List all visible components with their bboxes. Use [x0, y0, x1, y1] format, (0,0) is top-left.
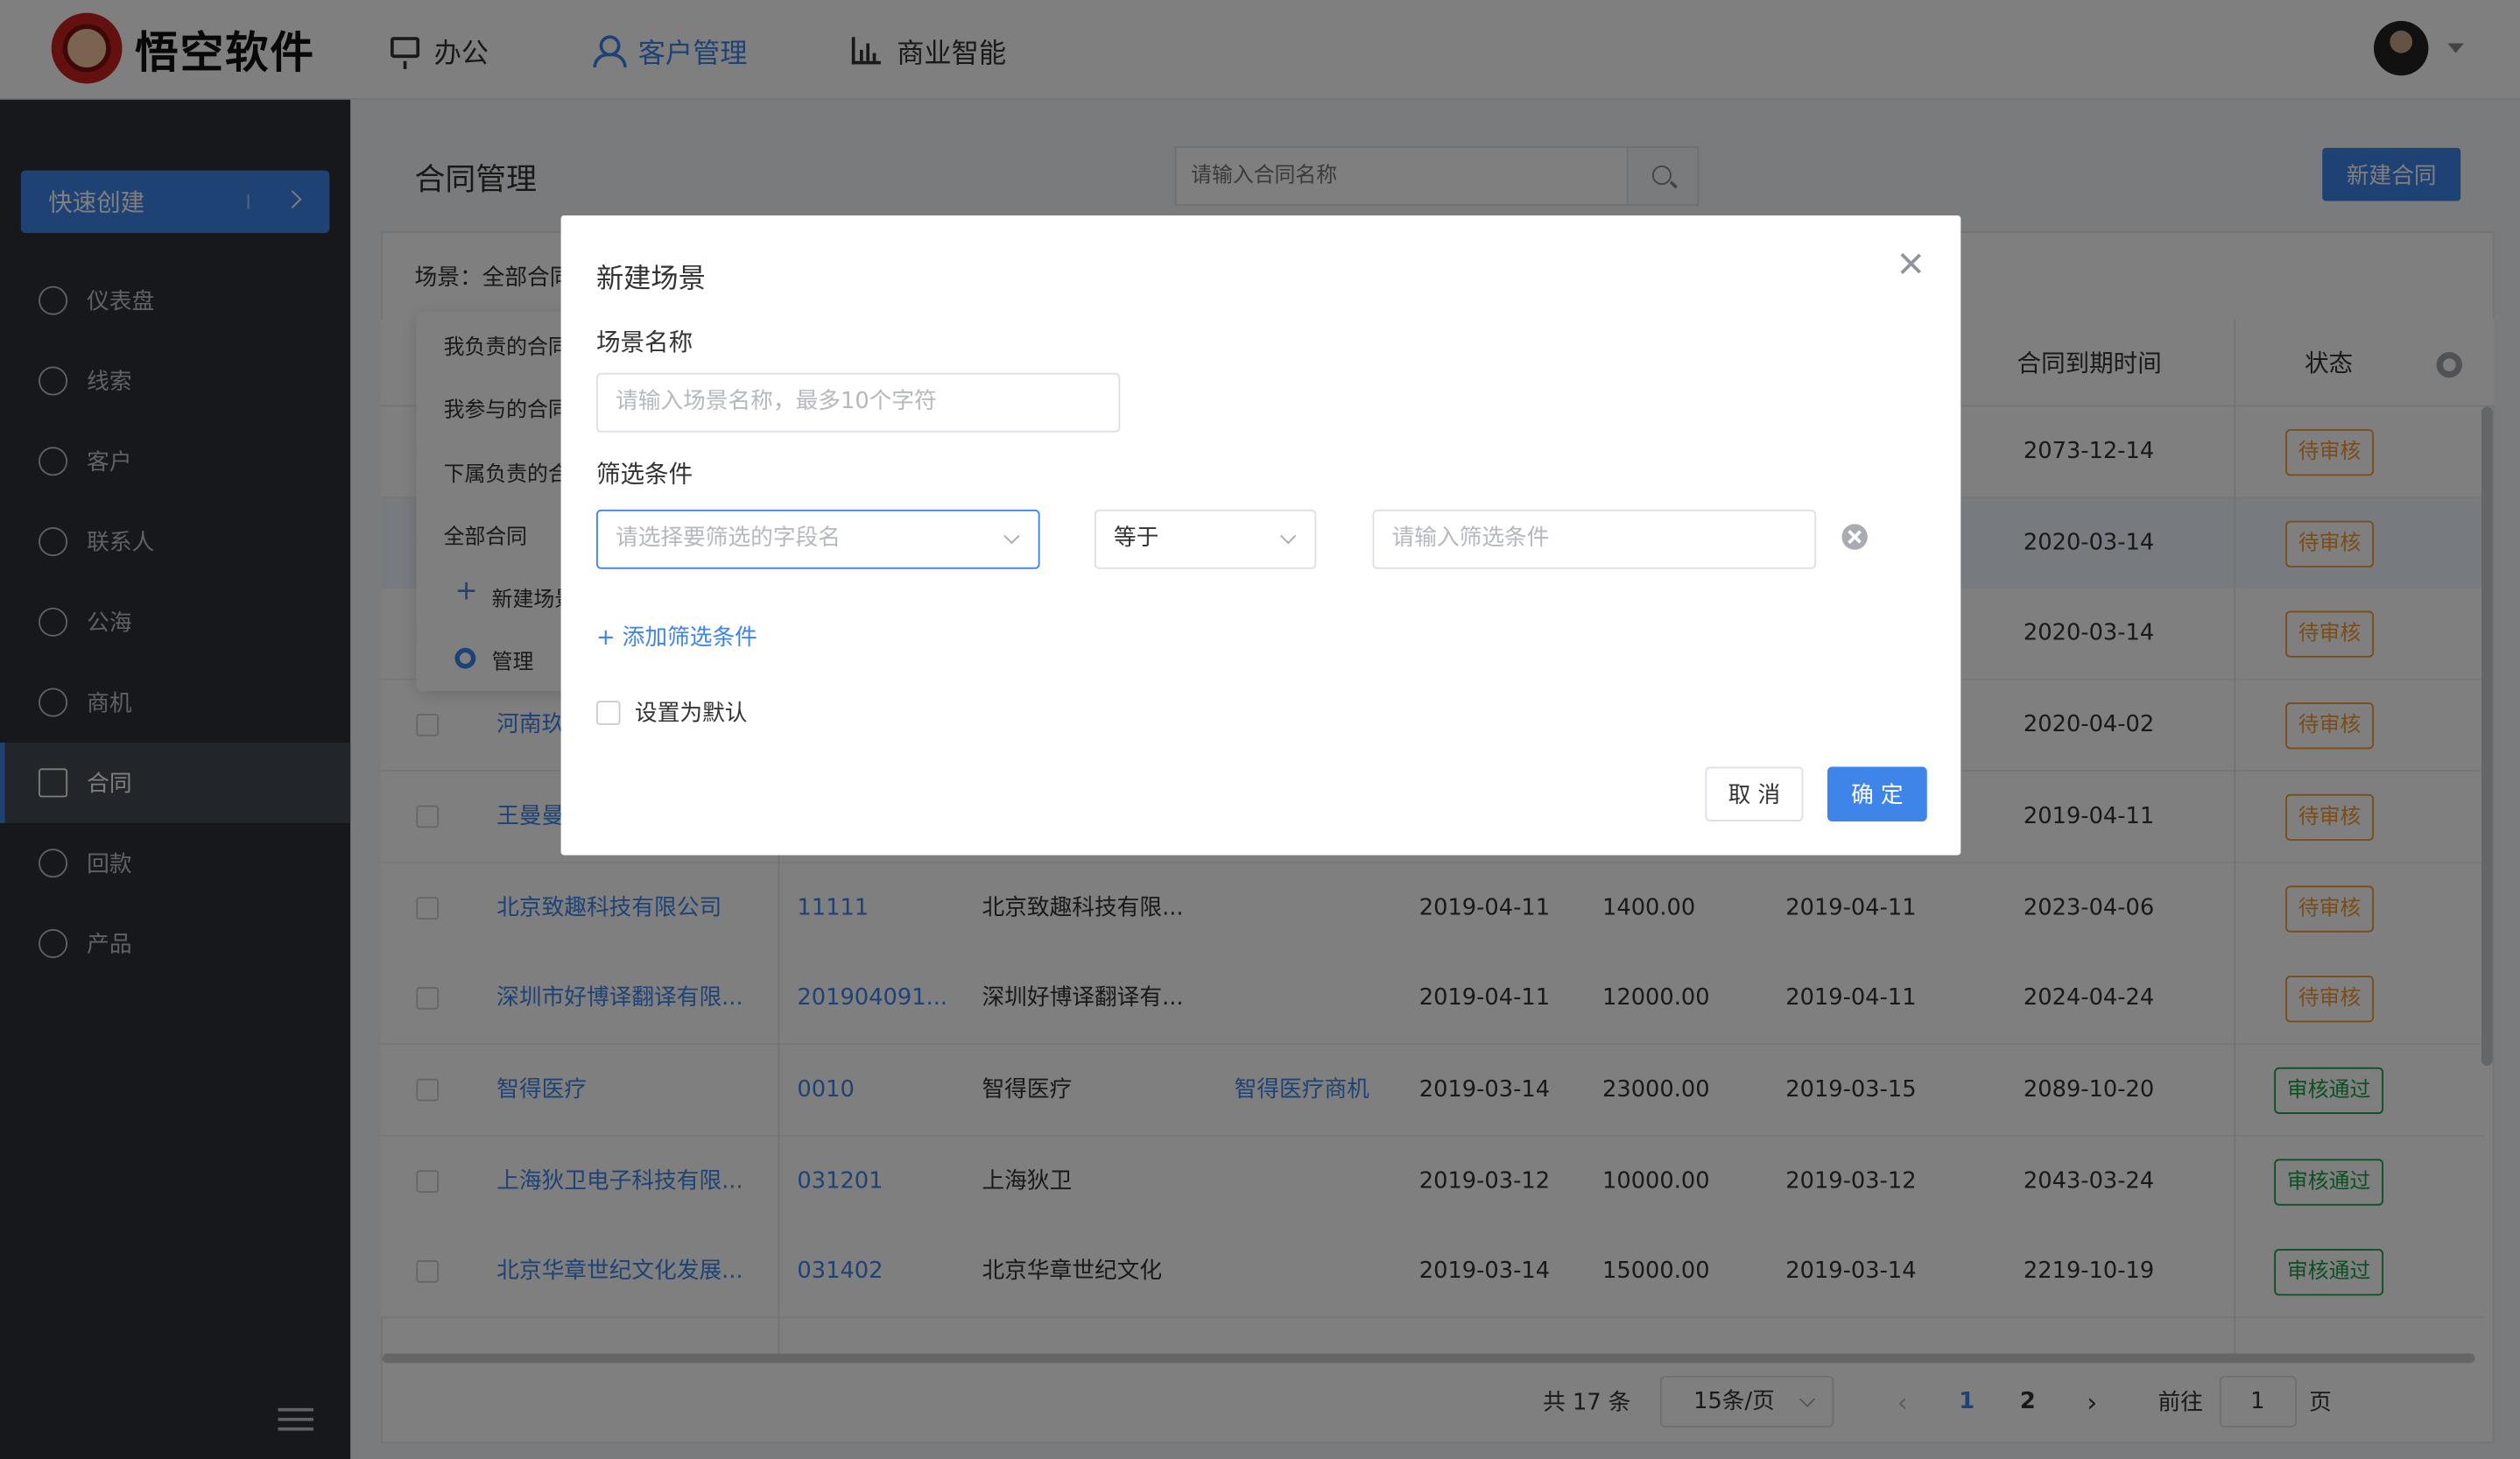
filter-operator-select[interactable]: 等于	[1094, 509, 1317, 569]
chevron-down-icon	[1003, 528, 1020, 545]
filter-label: 筛选条件	[595, 459, 693, 489]
close-icon[interactable]	[1898, 250, 1924, 276]
chevron-down-icon	[1280, 528, 1297, 545]
confirm-button[interactable]: 确 定	[1827, 766, 1927, 821]
remove-filter-icon[interactable]	[1841, 524, 1868, 550]
cancel-button[interactable]: 取 消	[1705, 766, 1804, 821]
add-filter-link[interactable]: + 添加筛选条件	[596, 621, 757, 653]
set-default-checkbox[interactable]	[595, 701, 621, 725]
set-default-label[interactable]: 设置为默认	[635, 696, 747, 729]
new-scene-dialog: 新建场景 场景名称 请输入场景名称，最多10个字符 筛选条件 请选择要筛选的字段…	[560, 215, 1961, 856]
dialog-title: 新建场景	[595, 264, 706, 296]
scene-name-input[interactable]: 请输入场景名称，最多10个字符	[595, 372, 1121, 433]
filter-value-input[interactable]: 请输入筛选条件	[1372, 509, 1817, 569]
app-root: 悟空软件 办公 客户管理 商业智能 快速创建	[0, 0, 2520, 1459]
scene-name-label: 场景名称	[595, 328, 693, 357]
operator-value: 等于	[1114, 525, 1159, 552]
field-select-placeholder: 请选择要筛选的字段名	[615, 525, 841, 552]
filter-field-select[interactable]: 请选择要筛选的字段名	[595, 509, 1040, 569]
